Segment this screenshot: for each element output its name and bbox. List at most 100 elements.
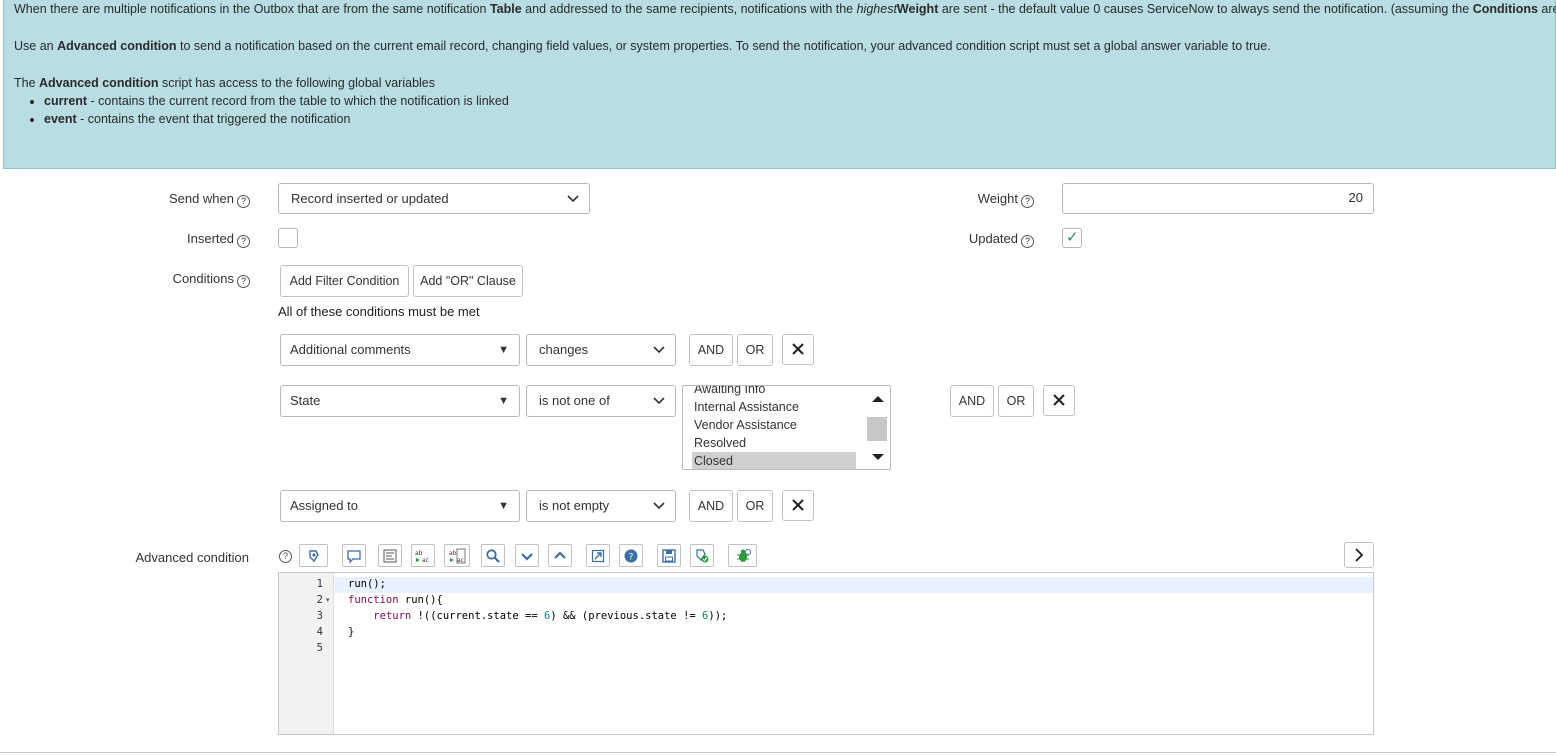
triangle-down-icon: ▼ — [498, 500, 509, 512]
condition-field-value: State — [290, 393, 321, 408]
add-filter-condition-button[interactable]: Add Filter Condition — [280, 265, 409, 297]
help-icon[interactable]: ? — [279, 550, 292, 563]
chevron-down-icon — [653, 386, 665, 427]
comment-icon[interactable] — [342, 544, 366, 567]
info-banner: When there are multiple notifications in… — [3, 0, 1556, 169]
condition-field-select[interactable]: State ▼ — [280, 385, 520, 417]
add-or-clause-button[interactable]: Add "OR" Clause — [413, 265, 523, 297]
state-multiselect[interactable]: Awaiting Info Internal Assistance Vendor… — [682, 385, 891, 470]
updated-label: Updated? — [950, 231, 1034, 248]
condition-operator-value: changes — [539, 342, 589, 357]
chevron-down-icon — [653, 335, 665, 376]
line-number: 1 — [316, 578, 323, 590]
line-number: 5 — [316, 642, 323, 654]
help-icon[interactable]: ? — [1021, 235, 1034, 248]
updated-checkbox[interactable]: ✓ — [1062, 228, 1082, 248]
scrollbar[interactable] — [866, 386, 890, 469]
svg-text:ac: ac — [422, 557, 429, 564]
scroll-down-icon[interactable] — [866, 450, 890, 464]
inserted-checkbox[interactable] — [278, 228, 298, 248]
save-icon[interactable] — [657, 544, 681, 567]
info-line-globals: The Advanced condition script has access… — [14, 76, 436, 90]
close-icon — [1053, 394, 1065, 406]
toggle-syntax-icon[interactable] — [299, 544, 328, 567]
delete-condition-button[interactable] — [782, 334, 814, 365]
conditions-summary: All of these conditions must be met — [278, 304, 480, 319]
svg-text:?: ? — [629, 553, 634, 563]
svg-text:ab: ab — [415, 550, 423, 557]
list-item[interactable]: Awaiting Info — [694, 386, 765, 398]
triangle-down-icon: ▼ — [498, 344, 509, 356]
replace-icon[interactable]: ab ac — [411, 544, 435, 567]
info-line-weight: When there are multiple notifications in… — [14, 2, 1556, 16]
code-line: return !((current.state == 6) && (previo… — [373, 610, 728, 622]
help-circle-icon[interactable]: ? — [619, 544, 643, 567]
advanced-condition-label: Advanced condition — [135, 550, 249, 565]
list-item[interactable]: Internal Assistance — [694, 398, 799, 416]
list-item[interactable]: Vendor Assistance — [694, 416, 797, 434]
find-previous-icon[interactable] — [548, 544, 572, 567]
expand-button[interactable] — [1344, 542, 1374, 568]
format-code-icon[interactable] — [378, 544, 402, 567]
help-icon[interactable]: ? — [237, 195, 250, 208]
list-item-selected[interactable]: Closed — [694, 452, 733, 469]
delete-condition-button[interactable] — [1043, 385, 1075, 416]
chevron-down-icon — [653, 491, 665, 532]
code-line: function run(){ — [348, 594, 443, 606]
condition-field-select[interactable]: Assigned to ▼ — [280, 490, 520, 522]
and-button[interactable]: AND — [689, 334, 733, 366]
svg-text:ab: ab — [449, 550, 457, 557]
help-icon[interactable]: ? — [1021, 195, 1034, 208]
info-variable-list: current - contains the current record fr… — [4, 92, 509, 128]
or-button[interactable]: OR — [737, 334, 773, 366]
replace-all-icon[interactable]: ab ac — [444, 544, 470, 567]
condition-operator-select[interactable]: changes — [526, 334, 676, 366]
weight-input[interactable]: 20 — [1062, 183, 1374, 214]
conditions-label: Conditions? — [160, 271, 250, 288]
delete-condition-button[interactable] — [782, 490, 814, 521]
weight-label: Weight? — [960, 191, 1034, 208]
code-line: run(); — [348, 578, 386, 590]
condition-operator-value: is not one of — [539, 393, 610, 408]
search-icon[interactable] — [481, 544, 505, 567]
and-button[interactable]: AND — [950, 385, 994, 417]
close-icon — [792, 343, 804, 355]
chevron-down-icon — [567, 184, 579, 224]
send-when-label: Send when? — [160, 191, 250, 208]
fold-arrow-icon[interactable]: ▾ — [326, 596, 330, 604]
list-item: event - contains the event that triggere… — [44, 110, 509, 128]
active-line-highlight — [335, 577, 1373, 593]
condition-operator-select[interactable]: is not empty — [526, 490, 676, 522]
condition-operator-value: is not empty — [539, 498, 610, 513]
send-when-value: Record inserted or updated — [291, 191, 449, 206]
and-button[interactable]: AND — [689, 490, 733, 522]
chevron-right-icon — [1355, 548, 1364, 562]
or-button[interactable]: OR — [998, 385, 1034, 417]
condition-operator-select[interactable]: is not one of — [526, 385, 676, 417]
list-item: current - contains the current record fr… — [44, 92, 509, 110]
debug-icon[interactable] — [728, 544, 757, 567]
close-icon — [792, 499, 804, 511]
triangle-down-icon: ▼ — [498, 395, 509, 407]
find-next-icon[interactable] — [515, 544, 539, 567]
list-item[interactable]: Resolved — [694, 434, 746, 452]
info-line-advanced: Use an Advanced condition to send a noti… — [14, 39, 1271, 53]
send-when-select[interactable]: Record inserted or updated — [278, 183, 590, 214]
check-syntax-icon[interactable] — [690, 544, 714, 567]
help-icon[interactable]: ? — [237, 275, 250, 288]
help-icon[interactable]: ? — [237, 235, 250, 248]
fullscreen-icon[interactable] — [586, 544, 610, 567]
condition-field-value: Additional comments — [290, 342, 411, 357]
line-number: 4 — [316, 626, 323, 638]
line-number: 3 — [316, 610, 323, 622]
or-button[interactable]: OR — [737, 490, 773, 522]
scroll-up-icon[interactable] — [866, 392, 890, 406]
script-editor[interactable]: 1 2 ▾ 3 4 5 run(); function run(){ retur… — [278, 572, 1374, 735]
line-number: 2 — [316, 594, 323, 606]
check-icon: ✓ — [1066, 229, 1079, 246]
condition-field-select[interactable]: Additional comments ▼ — [280, 334, 520, 366]
line-gutter: 1 2 ▾ 3 4 5 — [279, 573, 334, 734]
condition-field-value: Assigned to — [290, 498, 358, 513]
scrollbar-thumb[interactable] — [867, 417, 887, 441]
bottom-divider — [0, 752, 1556, 753]
